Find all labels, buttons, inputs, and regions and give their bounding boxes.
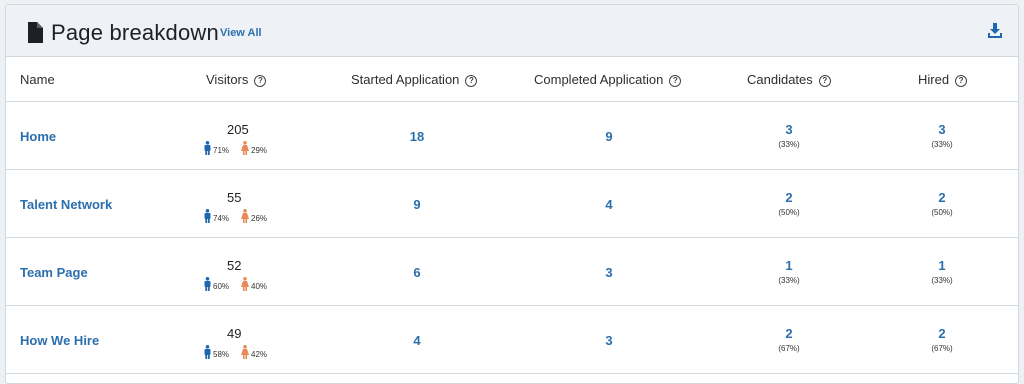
female-percent: 40% — [251, 282, 268, 291]
view-all-link[interactable]: View All — [220, 27, 262, 39]
hired-value[interactable]: 1 — [912, 258, 972, 273]
column-header-name: Name — [20, 72, 55, 87]
hired-percent: (50%) — [931, 208, 953, 217]
male-share: 74% — [204, 209, 229, 223]
completed-application-value[interactable]: 3 — [579, 265, 639, 280]
candidates-value[interactable]: 1 — [759, 258, 819, 273]
column-header-visitors: Visitors? — [206, 72, 267, 87]
candidates-percent: (50%) — [778, 208, 800, 217]
page-name-link[interactable]: How We Hire — [20, 333, 99, 348]
male-share: 58% — [204, 345, 229, 359]
table-row: Home 205 71% 29% 18 9 3 (33%) 3 (33%) — [6, 102, 1018, 170]
table-row: Team Page 52 60% 40% 6 3 1 (33%) 1 (33%) — [6, 238, 1018, 306]
completed-application-value[interactable]: 4 — [579, 197, 639, 212]
visitors-count: 49 — [227, 326, 242, 341]
help-icon[interactable]: ? — [818, 75, 831, 87]
female-icon — [241, 345, 249, 359]
column-header-completed: Completed Application? — [534, 72, 682, 87]
candidates-cell: 3 (33%) — [759, 122, 819, 149]
female-percent: 26% — [251, 214, 268, 223]
card-title: Page breakdown — [51, 20, 219, 45]
hired-cell: 1 (33%) — [912, 258, 972, 285]
hired-cell: 3 (33%) — [912, 122, 972, 149]
help-icon[interactable]: ? — [669, 75, 682, 87]
completed-application-value[interactable]: 9 — [579, 129, 639, 144]
download-icon[interactable] — [988, 23, 1002, 39]
female-icon — [241, 141, 249, 155]
candidates-value[interactable]: 2 — [759, 190, 819, 205]
male-icon — [204, 141, 211, 155]
male-icon — [204, 209, 211, 223]
candidates-percent: (67%) — [778, 344, 800, 353]
candidates-percent: (33%) — [778, 140, 800, 149]
female-share: 40% — [241, 277, 267, 291]
started-application-value[interactable]: 6 — [387, 265, 447, 280]
page-name-link[interactable]: Talent Network — [20, 197, 112, 212]
visitors-count: 205 — [227, 122, 249, 137]
candidates-cell: 1 (33%) — [759, 258, 819, 285]
card-header: Page breakdown View All — [6, 5, 1018, 57]
male-icon — [204, 345, 211, 359]
hired-percent: (33%) — [931, 276, 953, 285]
male-percent: 74% — [213, 214, 230, 223]
column-header-candidates: Candidates? — [747, 72, 831, 87]
female-percent: 42% — [251, 350, 268, 359]
hired-cell: 2 (50%) — [912, 190, 972, 217]
male-percent: 71% — [213, 146, 230, 155]
candidates-percent: (33%) — [778, 276, 800, 285]
female-icon — [241, 277, 249, 291]
column-header-hired: Hired? — [918, 72, 968, 87]
male-percent: 60% — [213, 282, 230, 291]
hired-cell: 2 (67%) — [912, 326, 972, 353]
female-share: 29% — [241, 141, 267, 155]
candidates-value[interactable]: 3 — [759, 122, 819, 137]
visitors-count: 52 — [227, 258, 242, 273]
hired-value[interactable]: 3 — [912, 122, 972, 137]
started-application-value[interactable]: 4 — [387, 333, 447, 348]
hired-value[interactable]: 2 — [912, 190, 972, 205]
started-application-value[interactable]: 18 — [387, 129, 447, 144]
table-header: Name Visitors? Started Application? Comp… — [6, 57, 1018, 102]
help-icon[interactable]: ? — [955, 75, 968, 87]
table-row: How We Hire 49 58% 42% 4 3 2 (67%) 2 (67… — [6, 306, 1018, 374]
hired-percent: (67%) — [931, 344, 953, 353]
column-header-started: Started Application? — [351, 72, 478, 87]
visitors-count: 55 — [227, 190, 242, 205]
male-share: 60% — [204, 277, 229, 291]
candidates-cell: 2 (67%) — [759, 326, 819, 353]
male-percent: 58% — [213, 350, 230, 359]
candidates-value[interactable]: 2 — [759, 326, 819, 341]
page-name-link[interactable]: Home — [20, 129, 56, 144]
table-row: Talent Network 55 74% 26% 9 4 2 (50%) 2 … — [6, 170, 1018, 238]
help-icon[interactable]: ? — [254, 75, 267, 87]
male-icon — [204, 277, 211, 291]
page-breakdown-card: Page breakdown View All Name Visitors? S… — [5, 4, 1019, 384]
female-share: 26% — [241, 209, 267, 223]
hired-value[interactable]: 2 — [912, 326, 972, 341]
female-percent: 29% — [251, 146, 268, 155]
document-icon — [28, 22, 43, 43]
hired-percent: (33%) — [931, 140, 953, 149]
female-icon — [241, 209, 249, 223]
candidates-cell: 2 (50%) — [759, 190, 819, 217]
page-name-link[interactable]: Team Page — [20, 265, 88, 280]
male-share: 71% — [204, 141, 229, 155]
completed-application-value[interactable]: 3 — [579, 333, 639, 348]
female-share: 42% — [241, 345, 267, 359]
started-application-value[interactable]: 9 — [387, 197, 447, 212]
table-body: Home 205 71% 29% 18 9 3 (33%) 3 (33%) Ta… — [6, 102, 1018, 374]
help-icon[interactable]: ? — [465, 75, 478, 87]
